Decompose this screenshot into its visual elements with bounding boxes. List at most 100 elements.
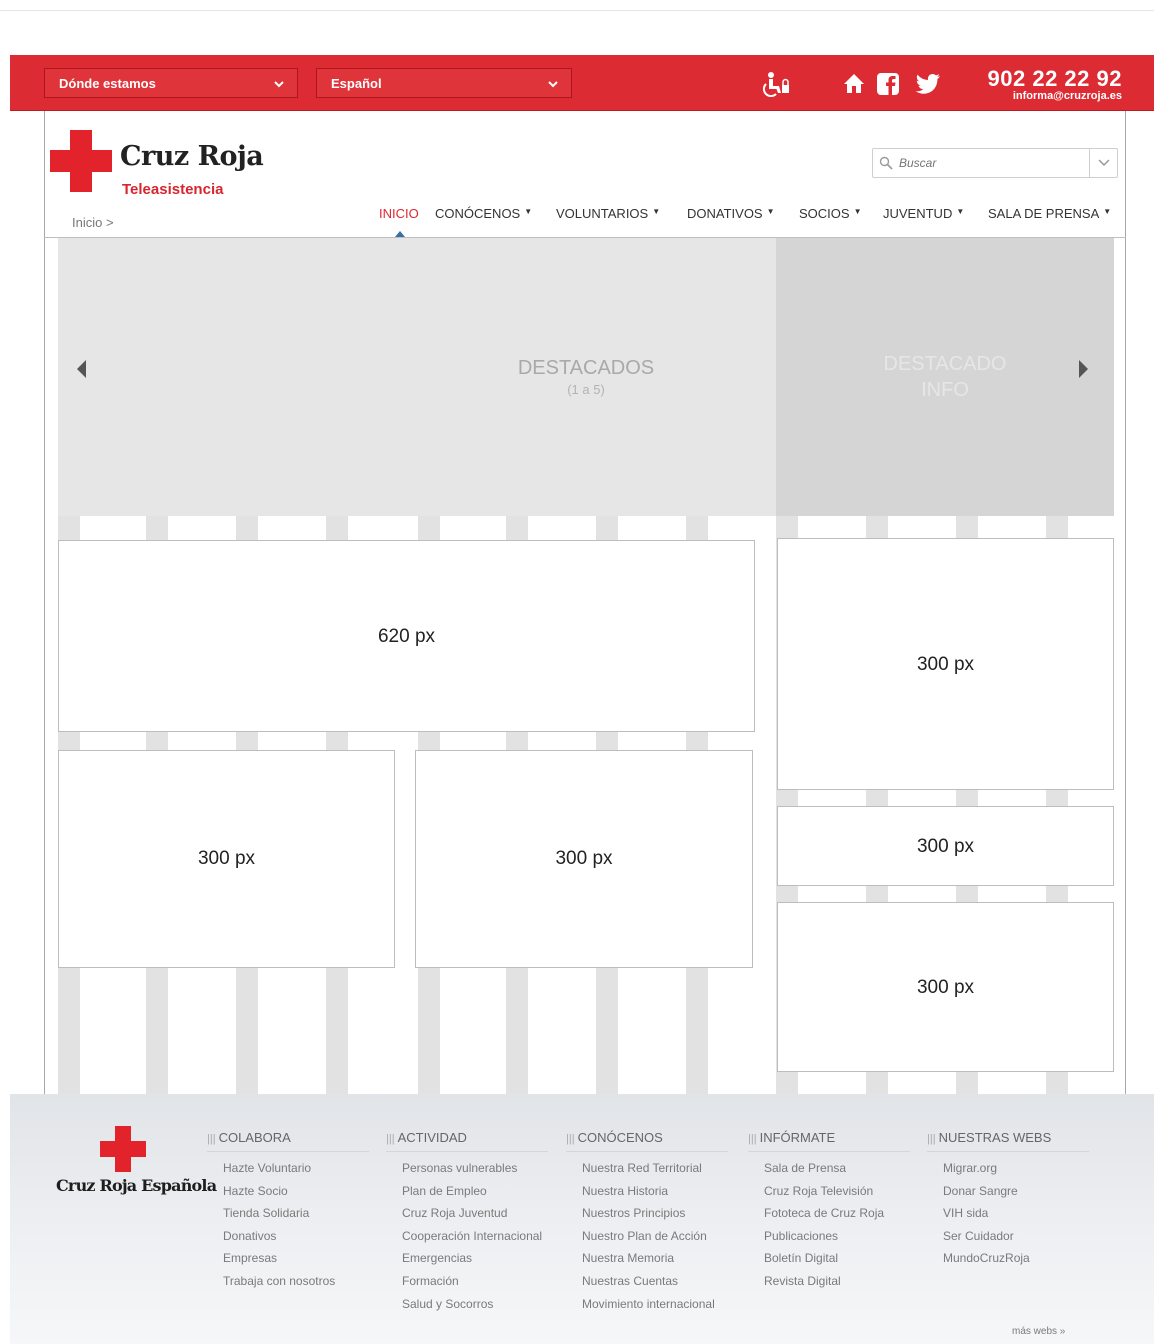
accessibility-icon[interactable] <box>762 71 790 97</box>
search-dropdown-button[interactable] <box>1089 149 1117 177</box>
chevron-down-icon <box>274 81 284 88</box>
content-box-wide: 620 px <box>58 540 755 732</box>
search-input[interactable] <box>899 154 1079 172</box>
footer-link[interactable]: Tienda Solidaria <box>223 1206 369 1229</box>
footer-column-heading: ||| COLABORA <box>207 1130 369 1152</box>
footer-link[interactable]: Formación <box>402 1274 548 1297</box>
box-size-label: 300 px <box>916 654 975 675</box>
nav-item-label: DONATIVOS <box>687 206 763 221</box>
footer-link[interactable]: Nuestra Historia <box>582 1184 728 1207</box>
nav-item-label: SOCIOS <box>799 206 850 221</box>
footer-link[interactable]: Ser Cuidador <box>943 1229 1089 1252</box>
location-select[interactable]: Dónde estamos <box>44 68 298 98</box>
nav-item-conocenos[interactable]: CONÓCENOS ▼ <box>435 206 532 221</box>
red-cross-logo[interactable] <box>100 1126 146 1172</box>
footer-link[interactable]: VIH sida <box>943 1206 1089 1229</box>
carousel-subtitle: (1 a 5) <box>567 382 605 397</box>
language-select-label: Español <box>331 76 382 91</box>
footer-link[interactable]: Revista Digital <box>764 1274 910 1297</box>
content-box-middle-bottom: 300 px <box>415 750 753 968</box>
box-size-label: 300 px <box>916 836 975 857</box>
footer-link[interactable]: Cooperación Internacional <box>402 1229 548 1252</box>
content-box-left-bottom: 300 px <box>58 750 395 968</box>
grip-icon: ||| <box>386 1133 395 1145</box>
footer-link[interactable]: Movimiento internacional <box>582 1297 728 1320</box>
footer-link[interactable]: Empresas <box>223 1251 369 1274</box>
footer-link[interactable]: Sala de Prensa <box>764 1161 910 1184</box>
language-select[interactable]: Español <box>316 68 572 98</box>
footer-column-informate: ||| INFÓRMATE Sala de Prensa Cruz Roja Te… <box>748 1130 910 1297</box>
footer-link[interactable]: Nuestros Principios <box>582 1206 728 1229</box>
footer-column-heading: ||| NUESTRAS WEBS <box>927 1130 1089 1152</box>
footer-link[interactable]: Migrar.org <box>943 1161 1089 1184</box>
nav-item-label: CONÓCENOS <box>435 206 521 221</box>
search-box[interactable] <box>872 148 1118 178</box>
carousel-next-arrow-icon[interactable] <box>1079 360 1088 378</box>
nav-item-sala-de-prensa[interactable]: SALA DE PRENSA ▼ <box>988 206 1111 221</box>
footer-link[interactable]: Emergencias <box>402 1251 548 1274</box>
footer-link[interactable]: Donar Sangre <box>943 1184 1089 1207</box>
more-webs-link[interactable]: más webs » <box>1012 1326 1065 1337</box>
nav-item-label: JUVENTUD <box>883 206 953 221</box>
footer-column-heading-label: INFÓRMATE <box>759 1130 836 1145</box>
footer-link[interactable]: Donativos <box>223 1229 369 1252</box>
footer-link[interactable]: Salud y Socorros <box>402 1297 548 1320</box>
footer-link[interactable]: Trabaja con nosotros <box>223 1274 369 1297</box>
footer-link[interactable]: Fototeca de Cruz Roja <box>764 1206 910 1229</box>
nav-item-voluntarios[interactable]: VOLUNTARIOS ▼ <box>556 206 660 221</box>
footer-column-heading-label: ACTIVIDAD <box>397 1130 467 1145</box>
caret-down-icon: ▼ <box>853 207 862 216</box>
footer-column-colabora: ||| COLABORA Hazte Voluntario Hazte Socio… <box>207 1130 369 1297</box>
carousel-prev-arrow-icon[interactable] <box>77 360 86 378</box>
chevron-down-icon <box>1098 159 1110 167</box>
grip-icon: ||| <box>748 1133 757 1145</box>
twitter-icon[interactable] <box>912 71 942 97</box>
footer-link[interactable]: Cruz Roja Televisión <box>764 1184 910 1207</box>
nav-item-socios[interactable]: SOCIOS ▼ <box>799 206 862 221</box>
footer-link[interactable]: Nuestra Red Territorial <box>582 1161 728 1184</box>
search-icon <box>879 156 893 170</box>
footer-column-heading: ||| ACTIVIDAD <box>386 1130 548 1152</box>
footer-column-heading: ||| CONÓCENOS <box>566 1130 728 1152</box>
nav-item-juventud[interactable]: JUVENTUD ▼ <box>883 206 964 221</box>
nav-item-inicio[interactable]: INICIO <box>379 206 419 221</box>
footer-column-actividad: ||| ACTIVIDAD Personas vulnerables Plan d… <box>386 1130 548 1319</box>
nav-item-label: INICIO <box>379 206 419 221</box>
carousel-title: DESTACADOS <box>517 357 655 379</box>
brand-title: Cruz Roja <box>120 141 264 172</box>
email-link[interactable]: informa@cruzroja.es <box>1013 90 1122 102</box>
footer-link[interactable]: Cruz Roja Juventud <box>402 1206 548 1229</box>
footer-link[interactable]: Publicaciones <box>764 1229 910 1252</box>
home-icon[interactable] <box>842 71 866 97</box>
facebook-icon[interactable] <box>876 71 900 97</box>
box-size-label: 300 px <box>197 848 256 869</box>
location-select-label: Dónde estamos <box>59 76 156 91</box>
footer-link[interactable]: MundoCruzRoja <box>943 1251 1089 1274</box>
footer-link[interactable]: Nuestro Plan de Acción <box>582 1229 728 1252</box>
breadcrumb[interactable]: Inicio > <box>72 215 114 230</box>
footer-column-conocenos: ||| CONÓCENOS Nuestra Red Territorial Nue… <box>566 1130 728 1319</box>
content-box-right-bottom: 300 px <box>777 902 1114 1072</box>
footer-link[interactable]: Hazte Voluntario <box>223 1161 369 1184</box>
footer-link[interactable]: Boletín Digital <box>764 1251 910 1274</box>
footer-link[interactable]: Personas vulnerables <box>402 1161 548 1184</box>
grip-icon: ||| <box>566 1133 575 1145</box>
red-cross-logo[interactable] <box>50 130 112 192</box>
info-panel-title: DESTACADO <box>883 353 1007 375</box>
caret-down-icon: ▼ <box>652 207 661 216</box>
info-panel-subtitle: INFO <box>921 379 969 401</box>
footer-link[interactable]: Plan de Empleo <box>402 1184 548 1207</box>
footer-column-heading-label: CONÓCENOS <box>577 1130 663 1145</box>
footer-column-nuestras-webs: ||| NUESTRAS WEBS Migrar.org Donar Sangre… <box>927 1130 1089 1274</box>
footer-link[interactable]: Hazte Socio <box>223 1184 369 1207</box>
footer-link[interactable]: Nuestras Cuentas <box>582 1274 728 1297</box>
box-size-label: 620 px <box>377 626 436 647</box>
footer-brand: Cruz Roja Española <box>56 1176 217 1195</box>
brand-subtitle: Teleasistencia <box>122 181 224 198</box>
footer-link[interactable]: Nuestra Memoria <box>582 1251 728 1274</box>
box-size-label: 300 px <box>916 977 975 998</box>
footer-column-heading-label: COLABORA <box>218 1130 291 1145</box>
phone-number[interactable]: 902 22 22 92 <box>988 66 1122 92</box>
featured-info-panel[interactable] <box>776 238 1114 516</box>
nav-item-donativos[interactable]: DONATIVOS ▼ <box>687 206 775 221</box>
